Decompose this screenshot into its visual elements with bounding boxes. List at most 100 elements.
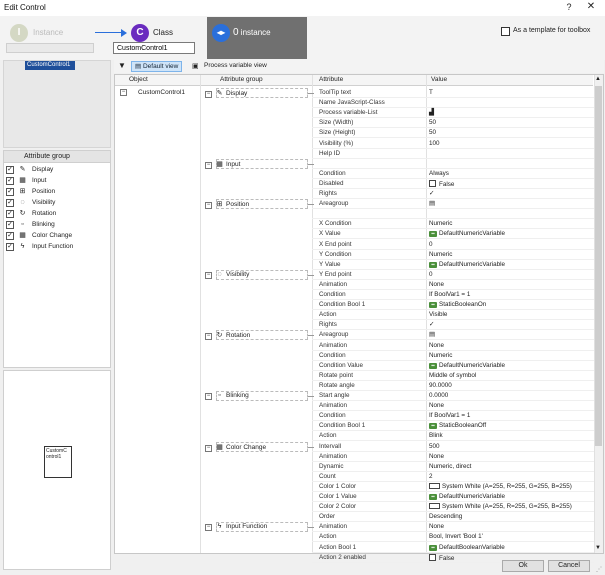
attribute-value[interactable]: None <box>429 342 444 349</box>
class-name-input[interactable] <box>113 42 195 54</box>
scroll-down-icon[interactable]: ▼ <box>595 545 601 551</box>
attribute-value[interactable]: 0.0000 <box>429 392 448 399</box>
attribute-value[interactable]: False <box>429 553 454 562</box>
collapse-toggle[interactable]: − <box>205 202 212 210</box>
grid-row[interactable]: Action Bool 1 ▪▪ DefaultBooleanVariable <box>312 543 594 553</box>
grid-row[interactable]: Condition Bool 1 ▪▪ StaticBooleanOn <box>312 300 594 311</box>
attribute-group-checkbox[interactable]: ✓ <box>6 177 14 185</box>
attribute-value[interactable]: If BoolVar1 = 1 <box>429 291 470 298</box>
attribute-value[interactable]: ▪▪ DefaultBooleanVariable <box>429 544 505 551</box>
grid-row[interactable]: X Value ▪▪ DefaultNumericVariable <box>312 229 594 240</box>
attribute-value[interactable]: ✓ <box>429 321 434 328</box>
column-attribute[interactable]: Attribute <box>319 76 343 83</box>
grid-row[interactable] <box>312 159 594 169</box>
attribute-value[interactable]: None <box>429 281 444 288</box>
grid-row[interactable]: Action Blink <box>312 431 594 442</box>
grid-row[interactable]: Animation None <box>312 341 594 351</box>
grid-row[interactable]: Animation None <box>312 522 594 533</box>
attribute-value[interactable]: ▪▪ StaticBooleanOn <box>429 301 486 309</box>
collapse-toggle[interactable]: − <box>205 444 212 452</box>
group-item[interactable]: − ◌ Visibility <box>205 271 249 279</box>
grid-row[interactable]: Name JavaScript-Class <box>312 98 594 109</box>
grid-row[interactable]: X End point 0 <box>312 240 594 250</box>
default-view-button[interactable]: ▤ Default view <box>131 61 183 72</box>
grid-row[interactable]: Animation None <box>312 452 594 462</box>
attribute-value[interactable]: ▪▪ DefaultNumericVariable <box>429 230 505 238</box>
process-variable-icon[interactable]: ▣ <box>192 62 199 70</box>
attribute-value[interactable]: Visible <box>429 311 447 318</box>
attribute-value[interactable]: System White (A=255, R=255, G=255, B=255… <box>429 482 572 490</box>
attribute-group-checkbox[interactable]: ✓ <box>6 210 14 218</box>
grid-row[interactable]: Condition Numeric <box>312 351 594 361</box>
group-item[interactable]: − ▦ Input <box>205 160 240 169</box>
group-item[interactable]: − ✎ Display <box>205 89 247 98</box>
attribute-value[interactable]: 500 <box>429 443 440 450</box>
attribute-value[interactable]: ▟ <box>429 109 434 116</box>
resize-grip-icon[interactable]: ⋰ <box>596 566 602 573</box>
attribute-group-checkbox[interactable]: ✓ <box>6 221 14 229</box>
grid-row[interactable] <box>312 209 594 220</box>
attribute-value[interactable]: Numeric <box>429 220 452 227</box>
group-item[interactable]: − ▦ Color Change <box>205 443 266 452</box>
attribute-value[interactable]: None <box>429 402 444 409</box>
collapse-toggle[interactable]: − <box>205 393 212 400</box>
attribute-value[interactable]: Middle of symbol <box>429 372 476 379</box>
attribute-group-checkbox[interactable]: ✓ <box>6 166 14 174</box>
grid-row[interactable]: Animation None <box>312 401 594 412</box>
column-value[interactable]: Value <box>431 76 447 83</box>
grid-row[interactable]: Rights ✓ <box>312 320 594 331</box>
grid-row[interactable]: Areagroup ▤ <box>312 199 594 210</box>
column-attribute-group[interactable]: Attribute group <box>220 76 263 83</box>
collapse-toggle[interactable]: − <box>205 271 212 279</box>
attribute-value[interactable]: ✓ <box>429 190 434 197</box>
attribute-value[interactable]: Always <box>429 170 449 177</box>
grid-row[interactable]: Size (Width) 50 <box>312 118 594 129</box>
grid-row[interactable]: Animation None <box>312 280 594 290</box>
attribute-group-checkbox[interactable]: ✓ <box>6 188 14 196</box>
grid-row[interactable]: Disabled False <box>312 179 594 189</box>
scroll-up-icon[interactable]: ▲ <box>595 76 601 82</box>
grid-row[interactable]: Action Visible <box>312 310 594 321</box>
grid-row[interactable]: Condition Bool 1 ▪▪ StaticBooleanOff <box>312 421 594 432</box>
attribute-value[interactable]: False <box>429 179 454 188</box>
close-button[interactable]: ✕ <box>585 1 597 12</box>
group-item[interactable]: − ▫ Blinking <box>205 392 249 400</box>
attribute-group-checkbox[interactable]: ✓ <box>6 199 14 207</box>
grid-row[interactable]: Dynamic Numeric, direct <box>312 462 594 472</box>
attribute-value[interactable]: ▤ <box>429 200 435 207</box>
grid-row[interactable]: Start angle 0.0000 <box>312 391 594 401</box>
group-item[interactable]: − ϟ Input Function <box>205 523 267 532</box>
grid-row[interactable]: X Condition Numeric <box>312 219 594 230</box>
grid-row[interactable]: Rotate point Middle of symbol <box>312 371 594 381</box>
grid-row[interactable]: Intervall 500 <box>312 442 594 452</box>
attribute-value[interactable]: 0 <box>429 271 433 278</box>
grid-row[interactable]: Y End point 0 <box>312 270 594 280</box>
grid-row[interactable]: Y Condition Numeric <box>312 250 594 260</box>
attribute-group-checkbox[interactable]: ✓ <box>6 232 14 240</box>
attribute-value[interactable]: Numeric <box>429 352 452 359</box>
value-checkbox[interactable] <box>429 179 436 187</box>
attribute-value[interactable]: 2 <box>429 473 433 480</box>
scrollbar-thumb[interactable] <box>595 86 602 446</box>
grid-row[interactable]: Condition If BoolVar1 = 1 <box>312 411 594 422</box>
attribute-value[interactable]: 0 <box>429 241 433 248</box>
attribute-value[interactable]: 50 <box>429 119 436 126</box>
grid-row[interactable]: Visibility (%) 100 <box>312 139 594 149</box>
grid-row[interactable]: Action Bool, Invert 'Bool 1' <box>312 532 594 543</box>
grid-row[interactable]: Size (Height) 50 <box>312 128 594 139</box>
grid-row[interactable]: Order Descending <box>312 512 594 523</box>
collapse-toggle[interactable]: − <box>120 89 127 96</box>
grid-row[interactable]: Color 1 Color System White (A=255, R=255,… <box>312 482 594 492</box>
attribute-value[interactable]: If BoolVar1 = 1 <box>429 412 470 419</box>
attribute-value[interactable]: 100 <box>429 140 440 147</box>
value-checkbox[interactable] <box>429 553 436 561</box>
attribute-value[interactable]: ▪▪ StaticBooleanOff <box>429 422 486 430</box>
column-object[interactable]: Object <box>129 76 148 83</box>
attribute-value[interactable]: Descending <box>429 513 462 520</box>
preview-widget[interactable]: CustomC ontrol1 <box>44 446 72 478</box>
help-button[interactable]: ? <box>563 2 575 12</box>
grid-row[interactable]: Color 2 Color System White (A=255, R=255,… <box>312 502 594 513</box>
attribute-value[interactable]: ▪▪ DefaultNumericVariable <box>429 493 505 500</box>
class-icon[interactable]: C <box>131 24 149 42</box>
grid-row[interactable]: Rights ✓ <box>312 189 594 199</box>
